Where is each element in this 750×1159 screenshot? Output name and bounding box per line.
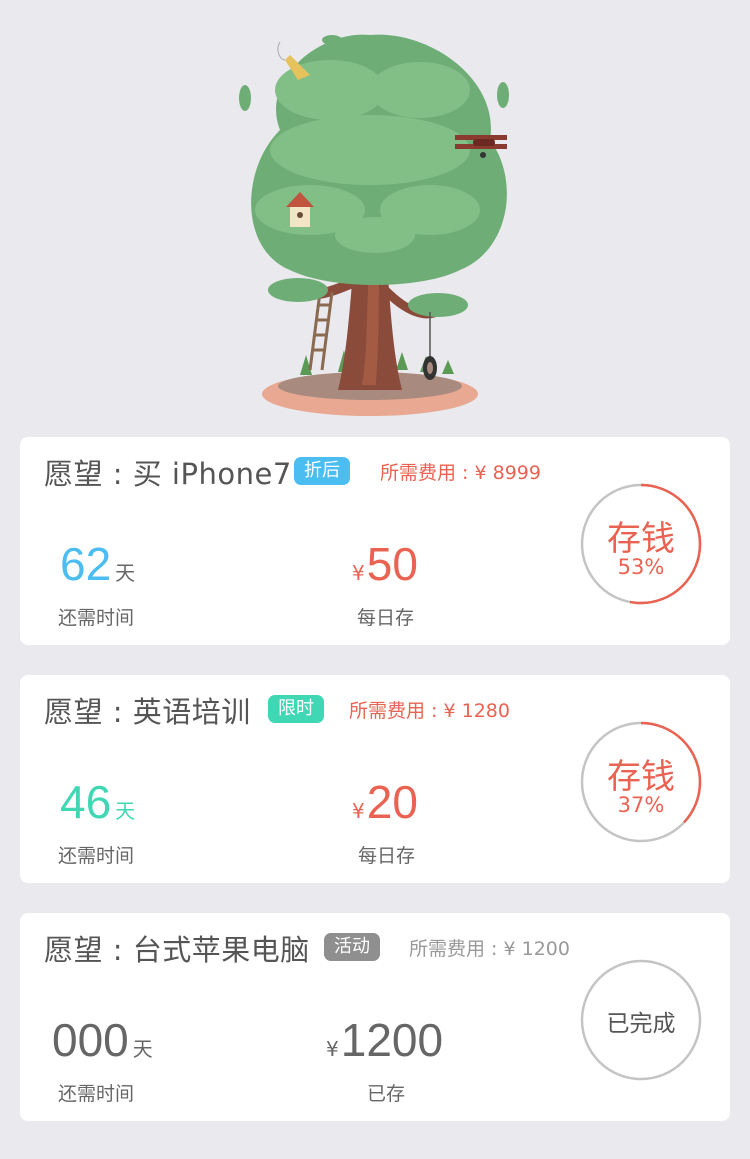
progress-percent: 37% xyxy=(617,793,665,817)
days-value: 62 xyxy=(60,538,112,590)
daily-amount: ¥20 xyxy=(352,775,418,829)
days-unit: 天 xyxy=(115,561,136,585)
saved-amount: ¥1200 xyxy=(326,1013,443,1067)
wish-title: 愿望 : 英语培训 xyxy=(44,695,251,729)
amount-label: 每日存 xyxy=(358,845,416,867)
required-cost: 所需费用 : ¥ 8999 xyxy=(380,462,541,484)
save-button-label: 存钱 xyxy=(607,757,675,797)
required-cost: 所需费用 : ¥ 1280 xyxy=(349,700,510,722)
save-money-button[interactable]: 存钱 37% xyxy=(580,721,702,843)
days-remaining: 000 天 xyxy=(52,1013,153,1067)
daily-amount: ¥50 xyxy=(352,537,418,591)
amount-value: 50 xyxy=(366,538,418,590)
amount-value: 1200 xyxy=(340,1014,444,1066)
days-unit: 天 xyxy=(115,799,136,823)
days-value: 000 xyxy=(52,1014,129,1066)
tree-house-illustration xyxy=(239,34,509,416)
days-label: 还需时间 xyxy=(58,607,135,629)
wish-card[interactable]: 愿望 : 买 iPhone7 折后 所需费用 : ¥ 8999 62 天 还需时间… xyxy=(20,437,730,645)
completed-label: 已完成 xyxy=(606,1011,676,1037)
wish-card[interactable]: 愿望 : 英语培训 限时 所需费用 : ¥ 1280 46 天 还需时间 ¥20 … xyxy=(20,675,730,883)
wish-title: 愿望 : 台式苹果电脑 xyxy=(44,933,310,967)
amount-value: 20 xyxy=(366,776,418,828)
completed-badge[interactable]: 已完成 xyxy=(580,959,702,1081)
hero-banner xyxy=(0,0,750,430)
days-label: 还需时间 xyxy=(58,845,135,867)
yen-symbol: ¥ xyxy=(352,561,365,585)
save-button-label: 存钱 xyxy=(607,519,675,559)
days-value: 46 xyxy=(60,776,112,828)
required-cost: 所需费用 : ¥ 1200 xyxy=(409,938,570,960)
amount-label: 每日存 xyxy=(357,607,415,629)
save-money-button[interactable]: 存钱 53% xyxy=(580,483,702,605)
days-remaining: 62 天 xyxy=(60,537,135,591)
days-unit: 天 xyxy=(132,1037,153,1061)
tag-badge: 折后 xyxy=(294,457,350,485)
wish-title: 愿望 : 买 iPhone7 xyxy=(44,457,292,491)
tag-badge: 活动 xyxy=(324,933,380,961)
days-remaining: 46 天 xyxy=(60,775,135,829)
yen-symbol: ¥ xyxy=(326,1037,339,1061)
days-label: 还需时间 xyxy=(58,1083,135,1105)
wish-card[interactable]: 愿望 : 台式苹果电脑 活动 所需费用 : ¥ 1200 000 天 还需时间 ¥… xyxy=(20,913,730,1121)
yen-symbol: ¥ xyxy=(352,799,365,823)
amount-label: 已存 xyxy=(367,1083,406,1105)
progress-percent: 53% xyxy=(617,555,665,579)
tag-badge: 限时 xyxy=(268,695,324,723)
